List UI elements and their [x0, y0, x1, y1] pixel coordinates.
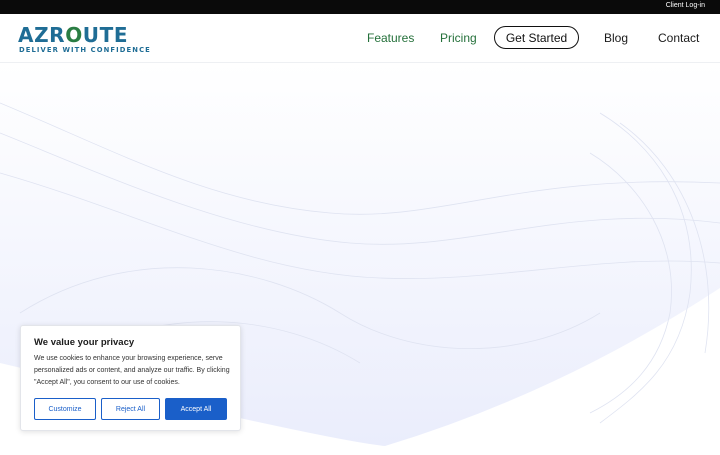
cookie-consent-banner: We value your privacy We use cookies to … — [20, 325, 241, 431]
accept-all-button[interactable]: Accept All — [165, 398, 227, 420]
customize-button[interactable]: Customize — [34, 398, 96, 420]
nav-blog[interactable]: Blog — [604, 31, 628, 45]
azroute-logo[interactable]: AZROUTE DELIVER WITH CONFIDENCE — [18, 23, 158, 54]
site-header: AZROUTE DELIVER WITH CONFIDENCE Features… — [0, 14, 720, 63]
get-started-button[interactable]: Get Started — [494, 26, 579, 49]
client-login-link[interactable]: Client Log-in — [666, 2, 705, 9]
cookie-title: We value your privacy — [34, 337, 135, 348]
nav-contact[interactable]: Contact — [658, 31, 699, 45]
nav-pricing[interactable]: Pricing — [440, 31, 477, 45]
logo-wordmark: AZROUTE — [18, 23, 129, 47]
top-bar: Client Log-in — [0, 0, 720, 14]
cookie-body-text: We use cookies to enhance your browsing … — [34, 355, 230, 386]
nav-features[interactable]: Features — [367, 31, 414, 45]
reject-all-button[interactable]: Reject All — [101, 398, 160, 420]
logo-tagline: DELIVER WITH CONFIDENCE — [19, 46, 151, 54]
